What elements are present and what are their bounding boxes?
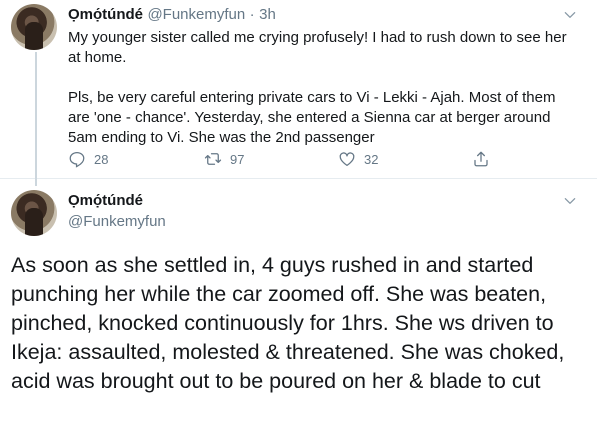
avatar[interactable] — [11, 4, 57, 50]
chevron-down-icon[interactable] — [563, 8, 577, 22]
heart-icon — [339, 152, 355, 167]
author-name[interactable]: Ọmọ́túndé — [68, 6, 143, 23]
separator: · — [249, 6, 255, 23]
like-count: 32 — [364, 151, 379, 167]
author-name[interactable]: Ọmọ́túndé — [68, 192, 143, 209]
retweet-button[interactable]: 97 — [204, 150, 244, 168]
like-button[interactable]: 32 — [338, 150, 378, 168]
tweet-text: As soon as she settled in, 4 guys rushed… — [11, 253, 565, 393]
tweet-text: My younger sister called me crying profu… — [68, 28, 573, 168]
tweet-paragraph: My younger sister called me crying profu… — [68, 29, 567, 66]
retweet-count: 97 — [230, 151, 245, 167]
retweet-icon — [204, 153, 222, 165]
timestamp[interactable]: 3h — [259, 6, 276, 23]
share-icon — [474, 151, 488, 167]
tweet-paragraph: Pls, be very careful entering private ca… — [68, 89, 556, 146]
tweet-first[interactable]: Ọmọ́túndé @Funkemyfun · 3h My younger si… — [0, 0, 597, 179]
thread-connector — [35, 52, 37, 186]
tweet-actions: 28 97 32 — [68, 150, 508, 170]
reply-icon — [69, 151, 85, 168]
reply-button[interactable]: 28 — [68, 150, 108, 168]
avatar[interactable] — [11, 190, 57, 236]
reply-count: 28 — [94, 151, 109, 167]
tweet-header: Ọmọ́túndé @Funkemyfun · 3h — [68, 6, 276, 24]
author-handle[interactable]: @Funkemyfun — [68, 213, 166, 230]
share-button[interactable] — [472, 150, 498, 168]
chevron-down-icon[interactable] — [563, 194, 577, 208]
author-handle[interactable]: @Funkemyfun — [147, 6, 245, 23]
